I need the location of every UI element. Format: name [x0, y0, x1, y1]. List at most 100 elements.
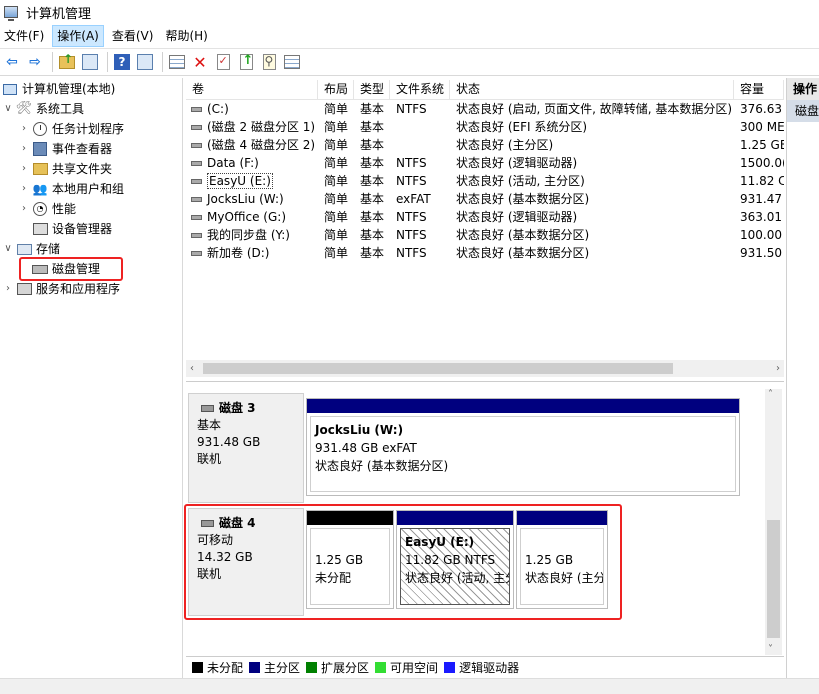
scroll-thumb[interactable] [767, 520, 780, 638]
performance-icon: ◔ [32, 201, 48, 217]
tree-item-services-apps[interactable]: › 服务和应用程序 [2, 279, 120, 299]
console-icon[interactable] [135, 52, 155, 72]
table-cell: 363.01 [740, 210, 782, 224]
help-icon[interactable]: ? [112, 52, 132, 72]
tree-item-system-tools[interactable]: ∨ 🛠 系统工具 [2, 99, 84, 119]
volume-name: (C:) [207, 102, 229, 116]
column-header-capacity[interactable]: 容量 [734, 80, 784, 100]
disk-3-size: 931.48 GB [197, 435, 261, 449]
window-title: 计算机管理 [26, 6, 92, 22]
volume-name: Data (F:) [207, 156, 259, 170]
highlight-box [184, 504, 622, 620]
tree-item-storage[interactable]: ∨ 存储 [2, 239, 60, 259]
table-cell: EasyU (E:) [186, 172, 318, 190]
tree-item-performance[interactable]: › ◔ 性能 [18, 199, 76, 219]
table-row[interactable]: MyOffice (G:) 简单 基本 NTFS 状态良好 (逻辑驱动器) 363.01 [186, 208, 784, 226]
partition-size: 931.48 GB exFAT [315, 441, 417, 455]
disk-3-type: 基本 [197, 418, 222, 432]
back-arrow-icon[interactable]: ⇦ [2, 52, 22, 72]
horizontal-scrollbar[interactable]: ‹ › [186, 360, 784, 377]
up-folder-icon[interactable] [57, 52, 77, 72]
expand-icon[interactable]: › [18, 139, 30, 159]
table-cell: MyOffice (G:) [186, 208, 318, 226]
vertical-scrollbar[interactable]: ˄ ˅ [765, 389, 782, 655]
table-cell: 状态良好 (基本数据分区) [456, 246, 590, 260]
scroll-thumb[interactable] [203, 363, 673, 374]
actions-item-disk[interactable]: 磁盘 [787, 100, 819, 122]
connect-icon[interactable] [167, 52, 187, 72]
legend-swatch [306, 662, 318, 673]
column-header-layout[interactable]: 布局 [318, 80, 354, 100]
expand-icon[interactable]: › [2, 279, 14, 299]
legend-item: 未分配 [192, 659, 243, 676]
volume-name: 我的同步盘 (Y:) [207, 228, 290, 242]
menu-view[interactable]: 查看(V) [108, 25, 158, 47]
collapse-icon[interactable]: ∨ [2, 99, 14, 119]
tree-label: 系统工具 [36, 102, 85, 116]
disk-3-label[interactable]: 磁盘 3 基本 931.48 GB 联机 [188, 393, 304, 503]
tree-label: 事件查看器 [52, 142, 113, 156]
find-icon[interactable] [259, 52, 279, 72]
show-hide-tree-icon[interactable] [80, 52, 100, 72]
tree-item-shared-folders[interactable]: › 共享文件夹 [18, 159, 112, 179]
table-cell: 1.25 GE [740, 138, 784, 152]
tree-label: 计算机管理(本地) [22, 82, 116, 96]
expand-icon[interactable]: › [18, 119, 30, 139]
legend-item: 主分区 [249, 659, 300, 676]
tree-item-local-users[interactable]: › 👥 本地用户和组 [18, 179, 124, 199]
column-header-filesystem[interactable]: 文件系统 [390, 80, 450, 100]
table-cell [390, 118, 450, 136]
tree-item-device-manager[interactable]: 设备管理器 [30, 219, 112, 239]
volume-name: EasyU (E:) [207, 173, 273, 189]
menu-file[interactable]: 文件(F) [0, 25, 48, 47]
table-cell: 基本 [360, 138, 385, 152]
scroll-left-icon[interactable]: ‹ [190, 360, 194, 377]
table-row[interactable]: (磁盘 4 磁盘分区 2) 简单 基本 状态良好 (主分区) 1.25 GE [186, 136, 784, 154]
legend: 未分配 主分区 扩展分区 可用空间 逻辑驱动器 [186, 656, 784, 678]
properties-icon[interactable] [213, 52, 233, 72]
table-cell: 376.63 [740, 102, 782, 116]
table-row[interactable]: EasyU (E:) 简单 基本 NTFS 状态良好 (活动, 主分区) 11.82 C [186, 172, 784, 190]
expand-icon[interactable]: › [18, 179, 30, 199]
table-row[interactable]: Data (F:) 简单 基本 NTFS 状态良好 (逻辑驱动器) 1500.0( [186, 154, 784, 172]
collapse-icon[interactable]: ∨ [2, 239, 14, 259]
column-header-type[interactable]: 类型 [354, 80, 390, 100]
table-cell: (C:) [186, 100, 318, 118]
forward-arrow-icon[interactable]: ⇨ [25, 52, 45, 72]
table-row[interactable]: (C:) 简单 基本 NTFS 状态良好 (启动, 页面文件, 故障转储, 基本数据分区… [186, 100, 784, 118]
volume-icon [191, 233, 202, 238]
scroll-up-icon[interactable]: ˄ [768, 389, 773, 400]
delete-icon[interactable]: ✕ [190, 52, 210, 72]
users-icon: 👥 [32, 182, 48, 196]
column-header-status[interactable]: 状态 [450, 80, 734, 100]
tree-item-task-scheduler[interactable]: › 任务计划程序 [18, 119, 124, 139]
table-cell: exFAT [396, 192, 431, 206]
menu-bar: 文件(F) 操作(A) 查看(V) 帮助(H) [0, 25, 819, 47]
menu-action[interactable]: 操作(A) [52, 25, 104, 47]
table-cell [390, 136, 450, 154]
table-row[interactable]: 新加卷 (D:) 简单 基本 NTFS 状态良好 (基本数据分区) 931.50 [186, 244, 784, 262]
import-icon[interactable] [236, 52, 256, 72]
table-row[interactable]: 我的同步盘 (Y:) 简单 基本 NTFS 状态良好 (基本数据分区) 100.00 [186, 226, 784, 244]
table-row[interactable]: (磁盘 2 磁盘分区 1) 简单 基本 状态良好 (EFI 系统分区) 300 ME [186, 118, 784, 136]
tree-label: 设备管理器 [52, 222, 113, 236]
toolbar-separator [52, 52, 53, 72]
scroll-down-icon[interactable]: ˅ [768, 644, 773, 655]
table-row[interactable]: JocksLiu (W:) 简单 基本 exFAT 状态良好 (基本数据分区) 931.4… [186, 190, 784, 208]
tree-item-event-viewer[interactable]: › 事件查看器 [18, 139, 112, 159]
column-header-volume[interactable]: 卷 [186, 80, 318, 100]
expand-icon[interactable]: › [18, 199, 30, 219]
partition-jocksliu[interactable]: JocksLiu (W:) 931.48 GB exFAT 状态良好 (基本数据… [306, 398, 740, 496]
table-cell: 931.47 [740, 192, 782, 206]
table-cell: 简单 [324, 138, 349, 152]
menu-help[interactable]: 帮助(H) [161, 25, 211, 47]
list-view-icon[interactable] [282, 52, 302, 72]
scroll-right-icon[interactable]: › [776, 360, 780, 377]
table-cell: 简单 [324, 192, 349, 206]
tree-item-root[interactable]: 计算机管理(本地) [0, 79, 115, 99]
table-cell: 状态良好 (活动, 主分区) [456, 174, 585, 188]
expand-icon[interactable]: › [18, 159, 30, 179]
legend-swatch [192, 662, 203, 673]
tree-label: 任务计划程序 [52, 122, 125, 136]
console-tree: 计算机管理(本地) ∨ 🛠 系统工具 › 任务计划程序 › 事件查看器 › 共享… [0, 78, 183, 694]
